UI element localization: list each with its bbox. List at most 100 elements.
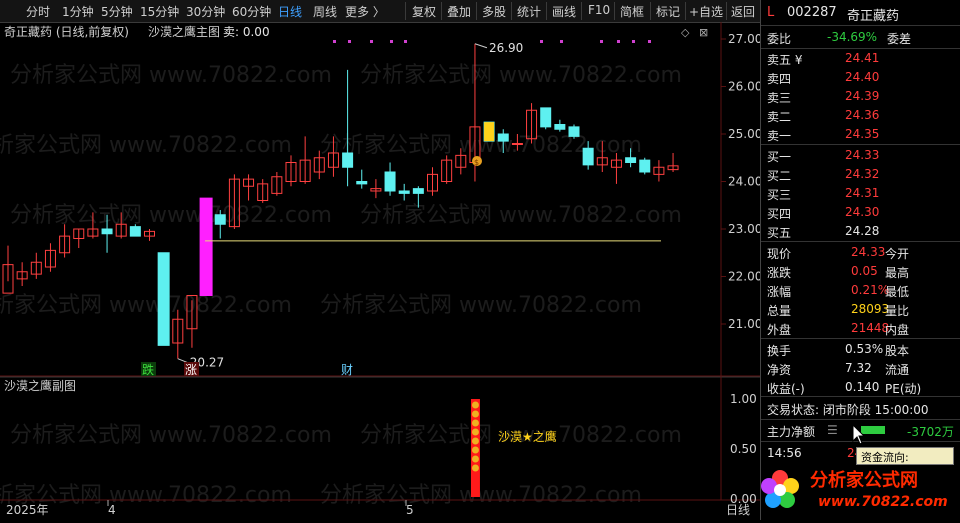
fuquan-button[interactable]: 复权	[412, 3, 436, 20]
signal-dot	[540, 40, 543, 43]
tab-15min[interactable]: 15分钟	[140, 3, 179, 20]
date-label-may: 5	[406, 503, 414, 517]
add-watchlist-button[interactable]: +自选	[689, 3, 723, 20]
level-indicator: L	[767, 5, 775, 20]
signal-dot	[648, 40, 651, 43]
stat-row: 收益(-) 0.140 PE(动)	[765, 379, 957, 397]
watermark-text: 分析家公式网 www.70822.com	[320, 483, 642, 508]
logo-sub-text: www.70822.com	[818, 494, 948, 510]
huaxian-button[interactable]: 画线	[552, 3, 576, 20]
ask-level-label: 卖一	[767, 129, 792, 143]
bid-level-label: 买一	[767, 150, 792, 164]
quote-row: 涨幅 0.21% 最低	[765, 282, 957, 300]
bid-row: 买一 24.33	[765, 147, 957, 165]
toolbar-divider	[511, 2, 512, 20]
candle-body	[540, 107, 552, 128]
quote-label: 涨跌	[767, 266, 792, 280]
bid-level-label: 买四	[767, 207, 792, 221]
chart-title: 奇正藏药 (日线,前复权)	[4, 24, 129, 39]
jiankuang-button[interactable]: 简框	[620, 3, 644, 20]
divider	[761, 48, 960, 49]
tab-30min[interactable]: 30分钟	[186, 3, 225, 20]
ask-level-label: 卖五 ¥	[767, 53, 803, 67]
kline-chart[interactable]: 分析家公式网 www.70822.com 分析家公式网 www.70822.com…	[0, 22, 760, 520]
ask-price: 24.40	[845, 70, 880, 84]
stock-code: 002287	[787, 5, 837, 20]
bid-price: 24.32	[845, 167, 880, 181]
stat-label: 收益(-)	[767, 382, 805, 396]
stat-right-label: 流通	[885, 363, 910, 377]
logo-graphic: 分析家公式网 www.70822.com	[761, 469, 948, 510]
duogu-button[interactable]: 多股	[482, 3, 506, 20]
toolbar-divider	[476, 2, 477, 20]
quote-right-label: 内盘	[885, 323, 910, 337]
divider	[761, 419, 960, 420]
candle-body	[497, 133, 509, 142]
stat-right-label: PE(动)	[885, 382, 922, 396]
bid-row: 买四 24.30	[765, 204, 957, 222]
ask-row: 卖二 24.36	[765, 107, 957, 125]
tab-60min[interactable]: 60分钟	[232, 3, 271, 20]
f10-button[interactable]: F10	[588, 3, 610, 17]
bid-row: 买五 24.28	[765, 223, 957, 241]
tab-1min[interactable]: 1分钟	[62, 3, 94, 20]
candle-body	[129, 226, 141, 237]
highlight-candle-body	[484, 122, 495, 142]
signal-dot	[560, 40, 563, 43]
quote-right-label: 今开	[885, 247, 910, 261]
diamond-icon[interactable]: ◇	[681, 26, 690, 39]
toolbar-divider	[726, 2, 727, 20]
bid-price: 24.31	[845, 186, 880, 200]
tab-weekly[interactable]: 周线	[313, 3, 337, 20]
stat-right-label: 股本	[885, 344, 910, 358]
main-flow-value: -3702万	[907, 425, 954, 439]
tab-fenshi[interactable]: 分时	[26, 3, 50, 20]
quote-label: 外盘	[767, 323, 792, 337]
watermark-text: 分析家公式网 www.70822.com	[0, 293, 292, 318]
bid-row: 买二 24.32	[765, 166, 957, 184]
ask-level-label: 卖三	[767, 91, 792, 105]
tongji-button[interactable]: 统计	[517, 3, 541, 20]
quote-value: 24.33	[851, 245, 886, 259]
toolbar-divider	[685, 2, 686, 20]
biaoji-button[interactable]: 标记	[656, 3, 680, 20]
signal-dot	[348, 40, 351, 43]
price-axis-label: 23.00	[728, 222, 760, 236]
close-panel-icon[interactable]: ⊠	[699, 26, 708, 39]
ask-row: 卖一 24.35	[765, 126, 957, 144]
candle-body	[101, 228, 113, 235]
marker-cai: 财	[341, 363, 353, 377]
sub-coin-icon	[471, 437, 479, 445]
ask-row: 卖四 24.40	[765, 69, 957, 87]
bid-row: 买三 24.31	[765, 185, 957, 203]
watermark-text: 分析家公式网 www.70822.com	[360, 203, 682, 228]
quote-value: 21448	[851, 321, 890, 335]
tab-5min[interactable]: 5分钟	[101, 3, 133, 20]
price-axis-label: 25.00	[728, 127, 760, 141]
bid-level-label: 买五	[767, 226, 792, 240]
back-button[interactable]: 返回	[731, 3, 755, 20]
ask-price: 24.41	[845, 51, 880, 65]
stat-value: 0.140	[845, 380, 880, 394]
tab-more[interactable]: 更多 〉	[345, 3, 385, 20]
stat-row: 换手 0.53% 股本	[765, 341, 957, 359]
toolbar-divider	[614, 2, 615, 20]
signal-dot	[600, 40, 603, 43]
bid-price: 24.30	[845, 205, 880, 219]
list-icon[interactable]: ☰	[827, 423, 838, 437]
stat-value: 7.32	[845, 361, 872, 375]
period-corner-label: 日线	[726, 503, 750, 517]
weibi-row: 委比 -34.69% 委差	[765, 29, 957, 47]
quote-row: 现价 24.33 今开	[765, 244, 957, 262]
quote-right-label: 最低	[885, 285, 910, 299]
price-axis-label: 24.00	[728, 175, 760, 189]
toolbar-divider	[441, 2, 442, 20]
signal-dot	[333, 40, 336, 43]
diejia-button[interactable]: 叠加	[447, 3, 471, 20]
tab-daily[interactable]: 日线	[278, 3, 302, 20]
cursor-icon	[852, 424, 866, 445]
indicator-name: 沙漠之鹰主图	[148, 24, 220, 39]
toolbar-divider	[405, 2, 406, 20]
candle-body	[342, 152, 354, 168]
ask-level-label: 卖四	[767, 72, 792, 86]
